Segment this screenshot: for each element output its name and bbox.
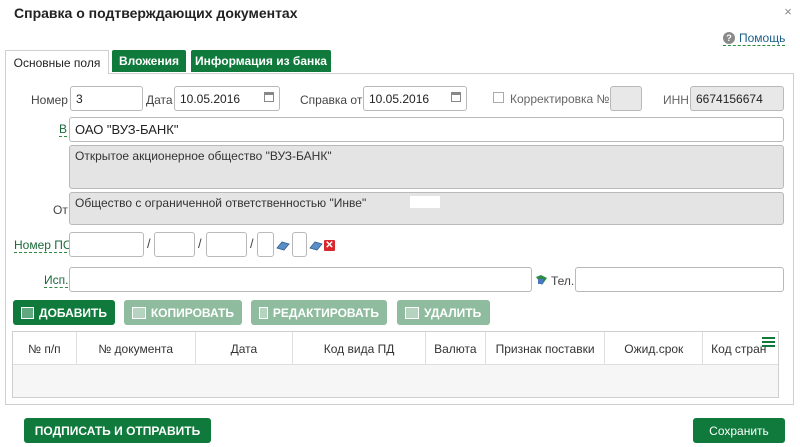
question-icon: ?: [723, 32, 735, 44]
executor-input[interactable]: [69, 267, 532, 292]
calendar-icon[interactable]: [451, 92, 461, 102]
tel-input[interactable]: [575, 267, 784, 292]
inn-label: ИНН: [663, 93, 689, 107]
date-input[interactable]: 10.05.2016: [174, 86, 280, 111]
ps-part2-input[interactable]: [154, 232, 195, 257]
ps-separator: /: [147, 236, 151, 251]
column-header[interactable]: Ожид.срок: [605, 332, 704, 365]
add-icon: [21, 306, 35, 319]
ps-number-label-link[interactable]: Номер ПС: [14, 239, 72, 253]
executor-label-link[interactable]: Исп.: [44, 274, 69, 288]
close-icon[interactable]: ×: [782, 4, 794, 19]
ps-separator: /: [250, 236, 254, 251]
add-button[interactable]: ДОБАВИТЬ: [13, 300, 115, 325]
date-value: 10.05.2016: [180, 91, 241, 106]
column-settings-icon[interactable]: [762, 337, 775, 350]
ps-part4-input[interactable]: [257, 232, 274, 257]
add-button-label: ДОБАВИТЬ: [39, 305, 107, 320]
ps-part3-input[interactable]: [206, 232, 247, 257]
to-full-name: Открытое акционерное общество "ВУЗ-БАНК": [69, 145, 784, 189]
column-header[interactable]: № документа: [77, 332, 196, 365]
ref-from-input[interactable]: 10.05.2016: [363, 86, 467, 111]
table-header: № п/п № документа Дата Код вида ПД Валют…: [13, 332, 778, 365]
number-input[interactable]: 3: [70, 86, 143, 111]
from-value: Общество с ограниченной ответственностью…: [75, 196, 367, 210]
column-header[interactable]: Код вида ПД: [293, 332, 426, 365]
to-input[interactable]: ОАО "ВУЗ-БАНК": [69, 117, 784, 142]
column-header[interactable]: № п/п: [13, 332, 77, 365]
delete-button: УДАЛИТЬ: [397, 300, 490, 325]
from-label: От: [53, 203, 68, 217]
table-body: [13, 365, 778, 397]
phonebook-icon[interactable]: [535, 274, 548, 286]
copy-button: КОПИРОВАТЬ: [124, 300, 242, 325]
eraser-icon[interactable]: [276, 240, 290, 251]
copy-icon: [132, 306, 146, 319]
help-label: Помощь: [739, 31, 786, 45]
to-label-link[interactable]: В: [59, 123, 68, 137]
calendar-icon[interactable]: [264, 92, 274, 102]
sign-and-send-button[interactable]: ПОДПИСАТЬ И ОТПРАВИТЬ: [24, 418, 211, 443]
column-header[interactable]: Валюта: [426, 332, 486, 365]
ps-part5-input[interactable]: [292, 232, 307, 257]
correction-checkbox[interactable]: [493, 92, 504, 103]
column-header[interactable]: Признак поставки: [486, 332, 606, 365]
edit-button: РЕДАКТИРОВАТЬ: [251, 300, 387, 325]
correction-label: Корректировка №: [510, 92, 610, 106]
edit-button-label: РЕДАКТИРОВАТЬ: [272, 305, 379, 320]
date-label: Дата: [146, 93, 173, 107]
copy-button-label: КОПИРОВАТЬ: [150, 305, 234, 320]
number-label: Номер: [31, 93, 68, 107]
tel-label: Тел.: [551, 274, 575, 288]
redacted-mark: [410, 196, 440, 208]
documents-table: № п/п № документа Дата Код вида ПД Валют…: [12, 331, 779, 398]
save-button[interactable]: Сохранить: [693, 418, 785, 443]
help-link[interactable]: ? Помощь: [723, 31, 786, 46]
delete-doc-icon: [405, 306, 419, 319]
tab-main-fields[interactable]: Основные поля: [5, 50, 109, 74]
eraser-icon[interactable]: [309, 240, 323, 251]
ps-separator: /: [198, 236, 202, 251]
ps-part1-input[interactable]: [69, 232, 144, 257]
column-header[interactable]: Дата: [196, 332, 294, 365]
ref-from-value: 10.05.2016: [369, 91, 430, 106]
inn-input: 6674156674: [690, 86, 784, 111]
ref-from-label: Справка от: [300, 93, 363, 107]
delete-icon[interactable]: ✕: [324, 240, 335, 251]
dialog-title: Справка о подтверждающих документах: [14, 5, 298, 21]
tab-attachments[interactable]: Вложения: [112, 50, 186, 72]
delete-button-label: УДАЛИТЬ: [424, 305, 482, 320]
edit-icon: [259, 306, 268, 319]
correction-number-input: [610, 86, 642, 111]
tab-bank-info[interactable]: Информация из банка: [191, 50, 331, 72]
